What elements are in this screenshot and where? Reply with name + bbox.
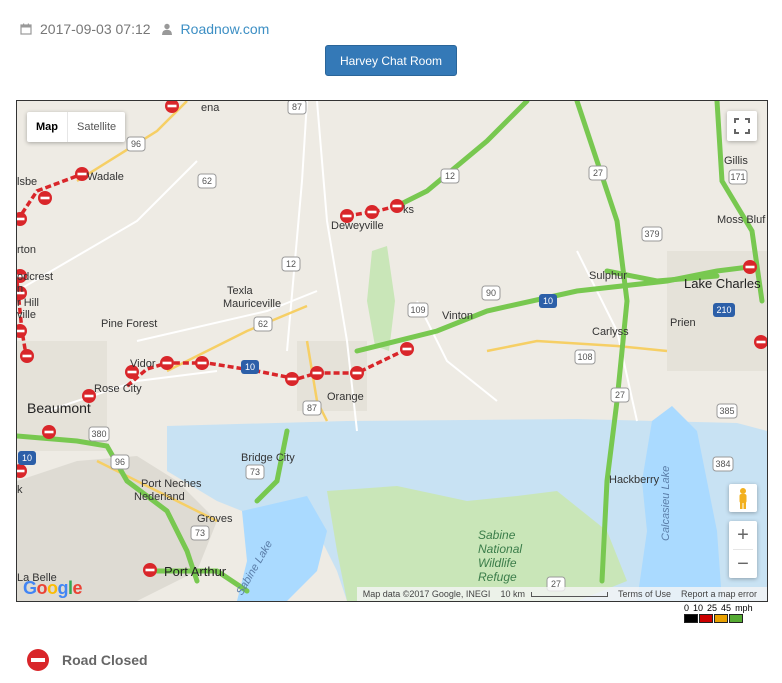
terms-link[interactable]: Terms of Use (618, 589, 671, 599)
road-closed-icon (27, 649, 49, 671)
svg-text:Lake Charles: Lake Charles (684, 276, 761, 291)
zoom-control: + − (729, 521, 757, 578)
svg-text:Groves: Groves (197, 513, 233, 525)
svg-text:27: 27 (593, 168, 603, 178)
svg-text:National: National (478, 542, 522, 556)
google-logo[interactable]: Google (23, 578, 83, 599)
scale-label: 10 km (500, 589, 525, 599)
road-closed-label: Road Closed (62, 652, 148, 668)
svg-text:Sulphur: Sulphur (589, 270, 627, 282)
shield: 96 (131, 139, 141, 149)
user-icon (161, 23, 172, 35)
svg-text:ks: ks (403, 204, 415, 216)
speed-swatch (714, 614, 728, 623)
svg-text:Orange: Orange (327, 391, 364, 403)
svg-text:10: 10 (543, 296, 553, 306)
calendar-icon (20, 23, 32, 35)
street-view-button[interactable] (729, 484, 757, 512)
svg-text:Sabine: Sabine (478, 528, 516, 542)
zoom-out-button[interactable]: − (729, 550, 757, 578)
svg-text:62: 62 (202, 176, 212, 186)
svg-text:385: 385 (719, 406, 734, 416)
svg-text:lsbe: lsbe (17, 176, 37, 188)
svg-text:Carlyss: Carlyss (592, 326, 629, 338)
svg-text:Wildlife: Wildlife (478, 556, 517, 570)
pegman-icon (739, 488, 747, 509)
svg-text:87: 87 (307, 403, 317, 413)
svg-text:27: 27 (615, 390, 625, 400)
svg-text:10: 10 (22, 453, 32, 463)
svg-text:Moss Bluf: Moss Bluf (717, 214, 766, 226)
svg-text:Texla: Texla (227, 285, 254, 297)
svg-text:96: 96 (115, 457, 125, 467)
svg-text:rton: rton (17, 244, 36, 256)
svg-text:12: 12 (286, 259, 296, 269)
map-type-map[interactable]: Map (27, 112, 67, 142)
svg-text:Prien: Prien (670, 317, 696, 329)
svg-text:380: 380 (91, 429, 106, 439)
zoom-in-button[interactable]: + (729, 521, 757, 549)
svg-text:Vinton: Vinton (442, 310, 473, 322)
map-type-satellite[interactable]: Satellite (67, 112, 125, 142)
report-error-link[interactable]: Report a map error (681, 589, 757, 599)
svg-text:Calcasieu Lake: Calcasieu Lake (660, 466, 672, 541)
svg-text:Gillis: Gillis (724, 155, 748, 167)
speed-swatch (699, 614, 713, 623)
svg-text:Pine Forest: Pine Forest (101, 318, 157, 330)
chat-room-button[interactable]: Harvey Chat Room (325, 45, 457, 76)
svg-text:n: n (17, 283, 23, 295)
svg-text:87: 87 (292, 102, 302, 112)
map-type-control: Map Satellite (27, 112, 126, 142)
svg-text:Port Arthur: Port Arthur (164, 564, 227, 579)
svg-text:Bridge City: Bridge City (241, 452, 295, 464)
svg-text:379: 379 (644, 229, 659, 239)
site-link[interactable]: Roadnow.com (181, 21, 270, 37)
svg-text:Hackberry: Hackberry (609, 474, 660, 486)
speed-swatch (684, 614, 698, 623)
speed-legend-swatches (684, 614, 764, 623)
svg-text:Mauriceville: Mauriceville (223, 298, 281, 310)
svg-text:Vidor: Vidor (130, 358, 156, 370)
road-closed-legend: Road Closed (26, 648, 148, 672)
svg-text:109: 109 (410, 305, 425, 315)
fullscreen-icon (734, 118, 750, 134)
svg-text:171: 171 (730, 172, 745, 182)
post-meta: 2017-09-03 07:12 Roadnow.com (20, 20, 269, 38)
svg-text:210: 210 (716, 305, 731, 315)
fullscreen-button[interactable] (727, 111, 757, 141)
svg-text:Wadale: Wadale (87, 171, 124, 183)
place-label: ena (201, 102, 220, 114)
svg-text:ville: ville (17, 309, 36, 321)
map-attribution: Map data ©2017 Google, INEGI 10 km Terms… (356, 587, 767, 601)
svg-text:Port Neches: Port Neches (141, 478, 202, 490)
svg-text:odcrest: odcrest (17, 271, 53, 283)
svg-text:90: 90 (486, 288, 496, 298)
svg-text:10: 10 (245, 362, 255, 372)
svg-text:r Hill: r Hill (17, 297, 39, 309)
svg-text:384: 384 (715, 459, 730, 469)
map-canvas[interactable]: 96 87 12 12 27 171 62 379 62 90 109 10 2… (17, 101, 767, 601)
svg-text:Deweyville: Deweyville (331, 220, 384, 232)
svg-text:Beaumont: Beaumont (27, 400, 91, 416)
traffic-map[interactable]: 96 87 12 12 27 171 62 379 62 90 109 10 2… (16, 100, 768, 602)
svg-text:108: 108 (577, 352, 592, 362)
svg-text:62: 62 (258, 319, 268, 329)
post-date: 2017-09-03 07:12 (40, 21, 151, 37)
speed-legend-values: 0 10 25 45 mph (684, 603, 753, 613)
svg-text:Nederland: Nederland (134, 491, 185, 503)
speed-swatch (729, 614, 743, 623)
svg-text:73: 73 (195, 528, 205, 538)
svg-text:k: k (17, 484, 23, 496)
svg-text:Rose City: Rose City (94, 383, 142, 395)
map-data-credit: Map data ©2017 Google, INEGI (362, 589, 491, 599)
scale-bar (530, 591, 608, 597)
speed-legend: 0 10 25 45 mph (684, 603, 764, 623)
svg-text:73: 73 (250, 467, 260, 477)
svg-text:Refuge: Refuge (478, 570, 517, 584)
